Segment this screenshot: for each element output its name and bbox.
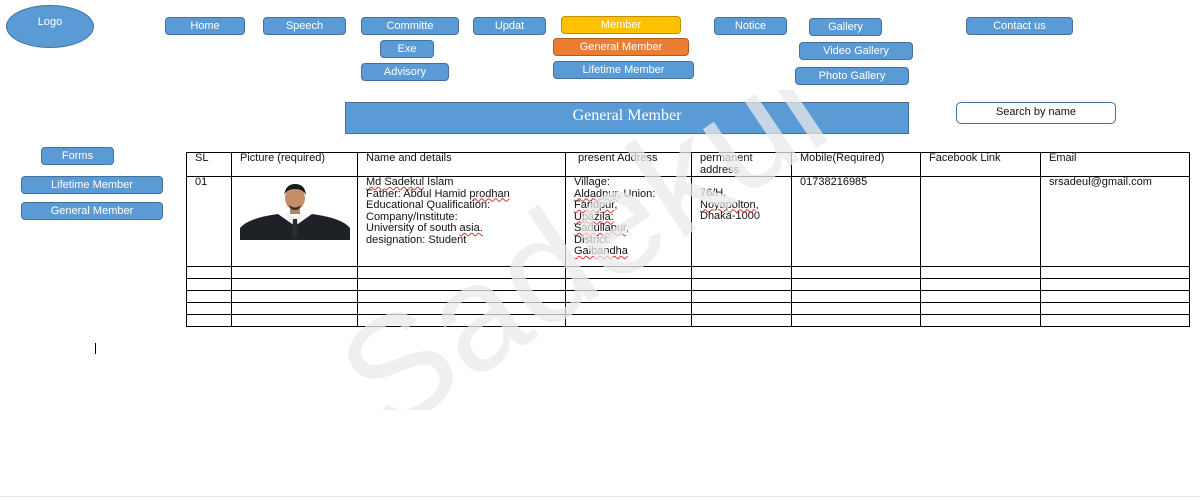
header-permanent-address: permanent address	[691, 152, 792, 177]
name-last: Islam	[427, 176, 454, 188]
nav-home-button[interactable]: Home	[165, 17, 245, 35]
nav-speech-button[interactable]: Speech	[263, 17, 346, 35]
sidebar-forms-button[interactable]: Forms	[41, 147, 114, 165]
cell-mobile: 01738216985	[791, 176, 921, 267]
nav-advisory-button[interactable]: Advisory	[361, 63, 449, 81]
nav-exe-button[interactable]: Exe	[380, 40, 434, 58]
sidebar-lifetime-member-button[interactable]: Lifetime Member	[21, 176, 163, 194]
nav-committee-button[interactable]: Committe	[361, 17, 459, 35]
cell-sl: 01	[186, 176, 232, 267]
father-label: Father: Abdul Hamid	[366, 187, 467, 200]
cell-permanent-address: 76/H, Noyapolton, Dhaka-1000	[691, 176, 792, 267]
present-upazila: Sadullapur	[574, 222, 626, 234]
nav-gallery-button[interactable]: Gallery	[809, 18, 882, 36]
table-header-row: SL Picture (required) Name and details p…	[186, 152, 1190, 177]
university-name: University of south	[366, 222, 457, 234]
header-mobile: Mobile(Required)	[791, 152, 921, 177]
cell-email: srsadeul@gmail.com	[1040, 176, 1190, 267]
permanent-line: 76/H,	[700, 187, 727, 199]
table-row	[186, 278, 1190, 291]
logo[interactable]: Logo	[6, 5, 94, 48]
nav-video-gallery-button[interactable]: Video Gallery	[799, 42, 913, 60]
cell-picture	[231, 176, 358, 267]
member-photo	[240, 182, 350, 240]
cell-name-details: Md Sadekul Islam Father: Abdul Hamid pro…	[357, 176, 566, 267]
nav-photo-gallery-button[interactable]: Photo Gallery	[795, 67, 909, 85]
nav-notice-button[interactable]: Notice	[714, 17, 787, 35]
name-sadekul: Sadekul	[384, 176, 425, 188]
table-row	[186, 302, 1190, 315]
present-village: Aldadpur	[574, 187, 618, 200]
nav-lifetime-member-button[interactable]: Lifetime Member	[553, 61, 694, 79]
member-table: SL Picture (required) Name and details p…	[186, 152, 1190, 327]
name-first: Md	[366, 176, 382, 188]
divider	[0, 496, 1200, 497]
nav-update-button[interactable]: Updat	[473, 17, 546, 35]
university-asia: asia.	[459, 222, 483, 234]
header-email: Email	[1040, 152, 1190, 177]
sidebar-general-member-button[interactable]: General Member	[21, 202, 163, 220]
search-by-name-button[interactable]: Search by name	[956, 102, 1116, 124]
cell-present-address: Village: Aldadpur, Union: Faridpur, Upaz…	[565, 176, 692, 267]
permanent-line: Dhaka-1000	[700, 210, 760, 222]
header-facebook: Facebook Link	[920, 152, 1041, 177]
table-row	[186, 290, 1190, 303]
present-union: Faridpur	[574, 199, 615, 211]
header-sl: SL	[186, 152, 232, 177]
table-row	[186, 314, 1190, 327]
cell-facebook	[920, 176, 1041, 267]
header-present-address: present Address	[565, 152, 692, 177]
father-surname: prodhan	[469, 187, 510, 200]
qualification-line: Educational Qualification:	[366, 199, 491, 211]
header-picture: Picture (required)	[231, 152, 358, 177]
page-title: General Member	[345, 102, 909, 134]
present-line: Gaibandha	[574, 245, 628, 257]
header-name: Name and details	[357, 152, 566, 177]
text-cursor	[95, 343, 96, 354]
nav-general-member-button[interactable]: General Member	[553, 38, 689, 56]
table-row: 01 Md Sadekul Islam Father: Abdul Hamid …	[186, 176, 1190, 267]
nav-contact-button[interactable]: Contact us	[966, 17, 1073, 35]
table-row	[186, 266, 1190, 279]
designation-line: designation: Student	[366, 233, 467, 246]
nav-member-button[interactable]: Member	[561, 16, 681, 34]
